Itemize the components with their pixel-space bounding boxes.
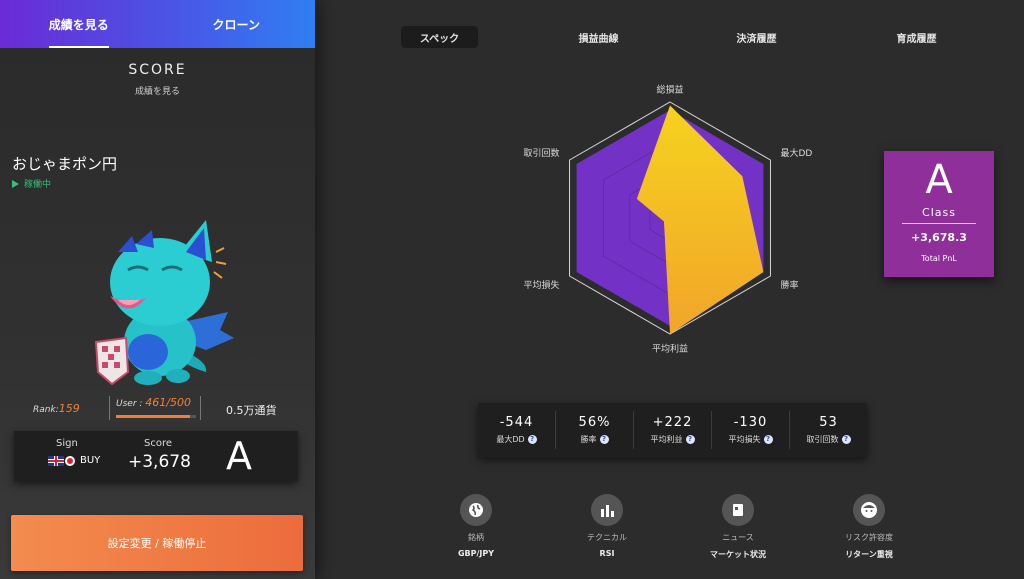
info-label: テクニカル [587,533,627,542]
info-label: リスク許容度 [845,533,893,542]
score-subtitle: 成績を見る [134,87,180,97]
user-progress: User : 461/500 [109,396,201,420]
left-panel: 成績を見る クローン SCORE 成績を見る おじゃまポン円 稼働中 Rank:… [0,0,315,579]
class-card: A Class +3,678.3 Total PnL [884,151,994,277]
bar-chart-icon [591,494,623,526]
info-news: ニュース マーケット状況 [688,494,788,560]
tab-trade-history[interactable]: 決済履歴 [718,26,795,48]
bot-name: おじゃまポン円 [12,155,118,173]
tab-training-history[interactable]: 育成履歴 [878,26,955,48]
class-total-pnl-label: Total PnL [921,254,957,263]
help-icon[interactable]: ? [841,435,851,444]
radar-label-avg-loss: 平均損失 [523,279,559,291]
bot-status-label: 稼働中 [24,180,52,190]
info-risk: リスク許容度 リターン重視 [819,494,919,560]
rank-value: 159 [58,402,80,415]
bot-status: 稼働中 [12,177,51,190]
jp-flag-icon [65,455,75,466]
stat-label: 勝率 [580,435,597,444]
user-value: 461/500 [145,396,191,409]
class-label: Class [922,206,956,219]
stat-label-row: 最大DD? [496,434,537,445]
user-progress-bar [116,415,196,418]
radar-label-max-dd: 最大DD [781,147,813,159]
stat-label: 最大DD [496,435,525,444]
sign-value: BUY [48,455,100,466]
stat-label: 平均利益 [650,435,683,444]
sign-score-card: Sign BUY Score +3,678 A [14,431,298,481]
rank: Rank:159 [33,402,80,415]
mascot-image [94,220,234,386]
info-symbol: 銘柄 GBP/JPY [426,494,526,558]
radar-label-total-pnl: 総損益 [656,83,683,95]
score-value: +3,678 [128,452,191,472]
stat-value: -544 [499,415,534,430]
class-divider [902,223,976,224]
rank-label: Rank: [33,405,59,415]
stat-value: +222 [652,415,693,430]
stat-value: 53 [819,415,838,430]
left-tab-bar: 成績を見る クローン [0,0,315,48]
sign-direction: BUY [80,455,101,466]
help-icon[interactable]: ? [527,435,537,444]
tab-pnl-curve[interactable]: 損益曲線 [560,26,637,48]
info-label: ニュース [722,533,754,542]
play-icon [12,179,19,188]
info-value: リターン重視 [845,550,893,559]
stat-label-row: 勝率? [581,434,609,445]
settings-stop-button[interactable]: 設定変更 / 稼働停止 [11,515,303,571]
sign-label: Sign [56,438,78,449]
info-technical: テクニカル RSI [557,494,657,558]
help-icon[interactable]: ? [685,435,695,444]
stat-label-row: 平均損失? [729,434,773,445]
lot-size: 0.5万通貨 [226,404,277,417]
user-progress-fill [116,415,190,418]
stat-avg-profit: +222 平均利益? [633,411,711,449]
tab-spec[interactable]: スペック [401,26,478,48]
info-value: GBP/JPY [457,549,495,558]
class-total-pnl: +3,678.3 [911,231,967,244]
score-title: SCORE [128,62,187,78]
tab-view-results[interactable]: 成績を見る [0,0,158,48]
news-icon [722,494,754,526]
stat-value: -130 [733,415,768,430]
radar-label-trade-count: 取引回数 [523,147,559,159]
stat-label-row: 取引回数? [807,434,851,445]
stat-max-dd: -544 最大DD? [478,411,555,449]
stat-label: 取引回数 [806,435,839,444]
stat-value: 56% [578,415,611,430]
info-value: RSI [599,549,615,558]
tab-clone[interactable]: クローン [158,0,316,48]
user-label: User : [116,399,146,409]
radar-label-avg-profit: 平均利益 [652,343,688,355]
info-value: マーケット状況 [710,550,766,559]
stat-trade-count: 53 取引回数? [789,411,867,449]
stats-bar: -544 最大DD? 56% 勝率? +222 平均利益? -130 平均損失?… [478,403,867,457]
globe-icon [460,494,492,526]
radar-chart: 総損益 最大DD 勝率 平均利益 平均損失 取引回数 [523,83,813,355]
stat-label: 平均損失 [728,435,761,444]
help-icon[interactable]: ? [599,435,609,444]
class-letter: A [925,157,953,203]
score-label: Score [144,438,173,449]
stat-win-rate: 56% 勝率? [555,411,633,449]
help-icon[interactable]: ? [763,435,773,444]
uk-flag-icon [48,455,64,466]
info-label: 銘柄 [468,533,484,542]
face-icon [853,494,885,526]
stat-label-row: 平均利益? [651,434,695,445]
radar-label-win-rate: 勝率 [781,279,799,291]
grade-letter: A [226,434,252,478]
stat-avg-loss: -130 平均損失? [711,411,789,449]
